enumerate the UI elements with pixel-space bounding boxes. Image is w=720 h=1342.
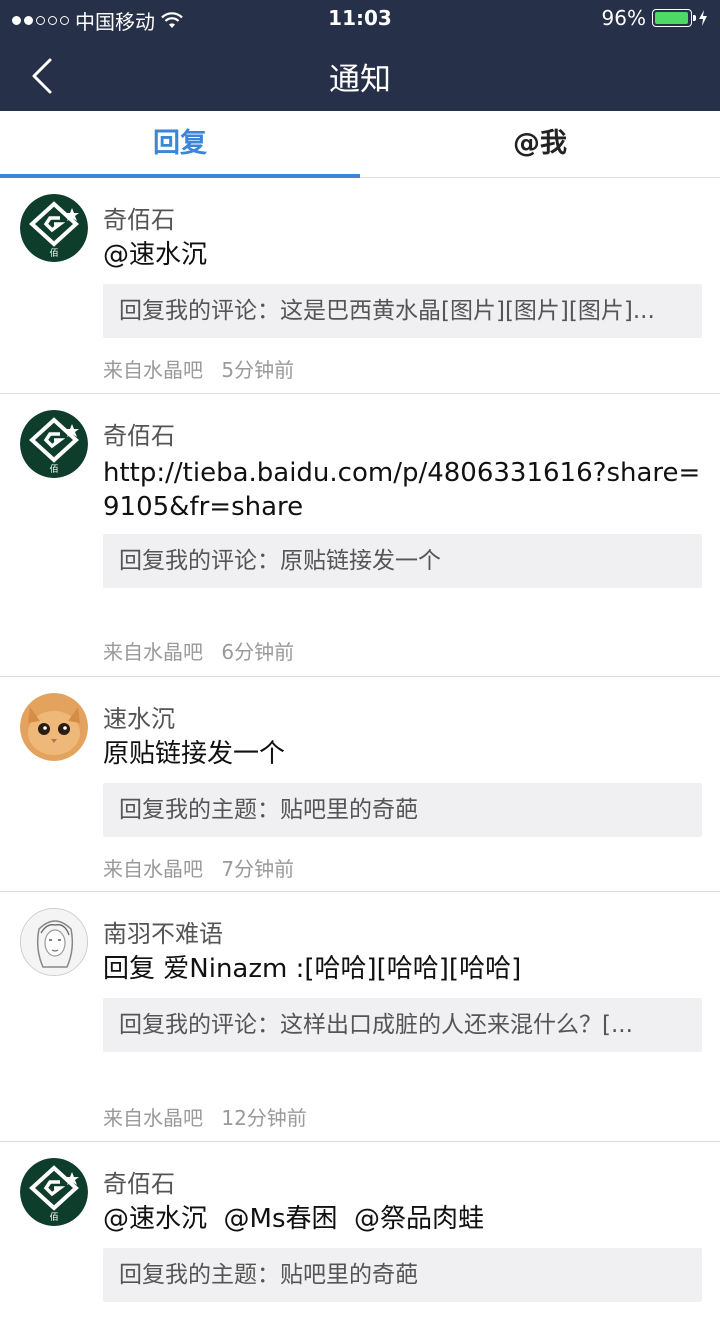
source-forum[interactable]: 来自水晶吧	[103, 640, 203, 664]
notification-item[interactable]: 南羽不难语 回复 爱Ninazm :[哈哈][哈哈][哈哈] 回复我的评论：这样…	[0, 892, 720, 1142]
page-title: 通知	[329, 62, 391, 98]
notification-time: 6分钟前	[221, 640, 295, 664]
svg-text:佰: 佰	[49, 463, 58, 475]
top-bar: 中国移动 11:03 96% 通知	[0, 0, 720, 111]
green-logo-avatar[interactable]: 佰	[20, 194, 88, 262]
svg-text:佰: 佰	[49, 1211, 58, 1223]
notification-meta: 来自水晶吧 7分钟前	[103, 853, 294, 882]
navigation-bar: 通知	[0, 36, 720, 111]
notification-time: 5分钟前	[221, 358, 295, 382]
notification-list: 佰 奇佰石 @速水沉 回复我的评论：这是巴西黄水晶[图片][图片][图片]...…	[0, 178, 720, 1342]
charging-bolt-icon	[699, 10, 707, 26]
notification-username[interactable]: 奇佰石	[103, 416, 175, 451]
notification-meta: 来自水晶吧 12分钟前	[103, 1102, 307, 1131]
notification-content: 原贴链接发一个	[103, 739, 286, 769]
notification-item[interactable]: 佰 奇佰石 @速水沉 回复我的评论：这是巴西黄水晶[图片][图片][图片]...…	[0, 178, 720, 394]
notification-item[interactable]: 佰 奇佰石 @速水沉 @Ms春困 @祭品肉蛙 回复我的主题：贴吧里的奇葩	[0, 1142, 720, 1342]
svg-text:佰: 佰	[49, 247, 58, 259]
source-forum[interactable]: 来自水晶吧	[103, 857, 203, 881]
quoted-comment[interactable]: 回复我的评论：这是巴西黄水晶[图片][图片][图片]...	[103, 284, 702, 338]
notification-item[interactable]: 速水沉 原贴链接发一个 回复我的主题：贴吧里的奇葩 来自水晶吧 7分钟前	[0, 677, 720, 892]
quoted-topic[interactable]: 回复我的主题：贴吧里的奇葩	[103, 783, 702, 837]
notification-content: @速水沉	[103, 240, 208, 270]
quoted-topic[interactable]: 回复我的主题：贴吧里的奇葩	[103, 1248, 702, 1302]
tab-bar: 回复 @我	[0, 111, 720, 178]
status-bar: 中国移动 11:03 96%	[0, 0, 720, 36]
notification-username[interactable]: 奇佰石	[103, 1164, 175, 1199]
notification-username[interactable]: 奇佰石	[103, 200, 175, 235]
notification-time: 7分钟前	[221, 857, 295, 881]
green-logo-avatar[interactable]: 佰	[20, 1158, 88, 1226]
notification-meta: 来自水晶吧 5分钟前	[103, 354, 294, 383]
quoted-comment[interactable]: 回复我的评论：这样出口成脏的人还来混什么？[...	[103, 998, 702, 1052]
battery-percent: 96%	[601, 6, 646, 30]
green-logo-avatar[interactable]: 佰	[20, 410, 88, 478]
sketch-portrait-avatar[interactable]	[20, 908, 88, 976]
notification-meta: 来自水晶吧 6分钟前	[103, 636, 294, 665]
notification-username[interactable]: 速水沉	[103, 699, 175, 734]
notification-item[interactable]: 佰 奇佰石 http://tieba.baidu.com/p/480633161…	[0, 394, 720, 677]
notification-content: @速水沉 @Ms春困 @祭品肉蛙	[103, 1204, 485, 1234]
notification-content: http://tieba.baidu.com/p/4806331616?shar…	[103, 458, 701, 522]
notification-time: 12分钟前	[221, 1106, 307, 1130]
notification-username[interactable]: 南羽不难语	[103, 914, 223, 949]
cat-avatar[interactable]	[20, 693, 88, 761]
tab-replies[interactable]: 回复	[0, 111, 360, 178]
tab-mentions[interactable]: @我	[360, 111, 720, 177]
notification-content: 回复 爱Ninazm :[哈哈][哈哈][哈哈]	[103, 954, 522, 984]
quoted-comment[interactable]: 回复我的评论：原贴链接发一个	[103, 534, 702, 588]
source-forum[interactable]: 来自水晶吧	[103, 1106, 203, 1130]
battery-icon	[652, 9, 696, 27]
source-forum[interactable]: 来自水晶吧	[103, 358, 203, 382]
